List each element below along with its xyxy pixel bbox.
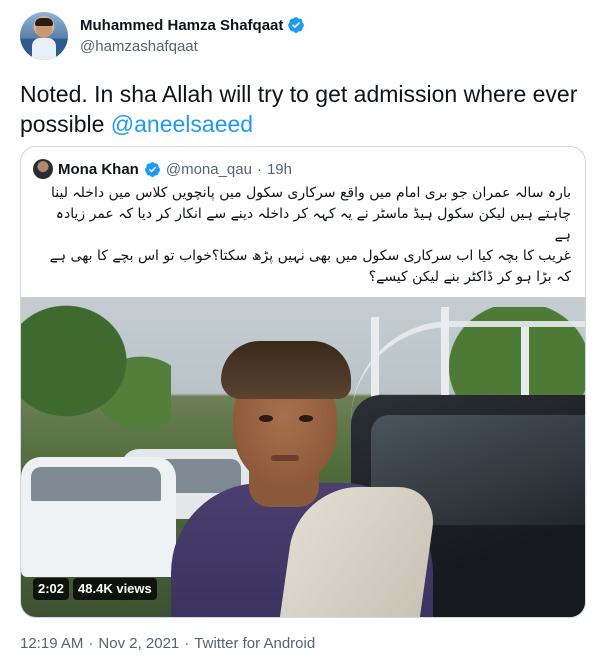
- author-name-row: Muhammed Hamza Shafqaat: [80, 16, 305, 34]
- avatar-shirt: [32, 38, 56, 60]
- quoted-author-avatar[interactable]: [33, 159, 53, 179]
- separator-dot: ·: [88, 635, 94, 652]
- person-eye: [259, 415, 273, 422]
- tweet-text-body: Noted. In sha Allah will try to get admi…: [20, 81, 578, 137]
- author-avatar[interactable]: [20, 12, 68, 60]
- tweet-header: Muhammed Hamza Shafqaat @hamzashafqaat: [20, 12, 580, 68]
- tweet-source[interactable]: Twitter for Android: [194, 635, 315, 652]
- video-duration-badge: 2:02: [33, 578, 70, 600]
- avatar-hair: [35, 18, 53, 26]
- tweet-footer: 12:19 AM · Nov 2, 2021 · Twitter for And…: [20, 635, 315, 652]
- author-handle[interactable]: @hamzashafqaat: [80, 38, 198, 55]
- video-badges: 2:02 48.4K views: [33, 578, 157, 600]
- quoted-author-handle[interactable]: @mona_qau: [166, 161, 252, 178]
- verified-badge-icon: [144, 161, 160, 177]
- quoted-tweet-header: Mona Khan @mona_qau · 19h: [33, 159, 292, 179]
- person-mouth: [271, 455, 299, 461]
- author-display-name[interactable]: Muhammed Hamza Shafqaat: [80, 17, 283, 34]
- person-hair: [221, 341, 351, 399]
- separator-dot: ·: [256, 160, 262, 178]
- mention-link[interactable]: @aneelsaeed: [111, 111, 253, 137]
- quoted-tweet-time[interactable]: 19h: [267, 161, 292, 178]
- verified-badge-icon: [288, 17, 305, 33]
- person-eye: [299, 415, 313, 422]
- quoted-tweet-text: بارہ سالہ عمران جو بری امام میں واقع سرک…: [49, 185, 571, 285]
- quoted-tweet-card[interactable]: Mona Khan @mona_qau · 19h بارہ سالہ عمرا…: [20, 146, 586, 618]
- background-trees: [21, 297, 171, 457]
- quoted-author-display-name[interactable]: Mona Khan: [58, 161, 139, 178]
- tweet-time[interactable]: 12:19 AM: [20, 635, 83, 652]
- parked-car: [21, 457, 176, 577]
- separator-dot: ·: [184, 635, 190, 652]
- tweet-text: Noted. In sha Allah will try to get admi…: [20, 79, 590, 139]
- video-views-badge: 48.4K views: [73, 578, 157, 600]
- car-window: [31, 467, 161, 501]
- video-player[interactable]: 2:02 48.4K views: [21, 297, 585, 617]
- tweet-date[interactable]: Nov 2, 2021: [98, 635, 179, 652]
